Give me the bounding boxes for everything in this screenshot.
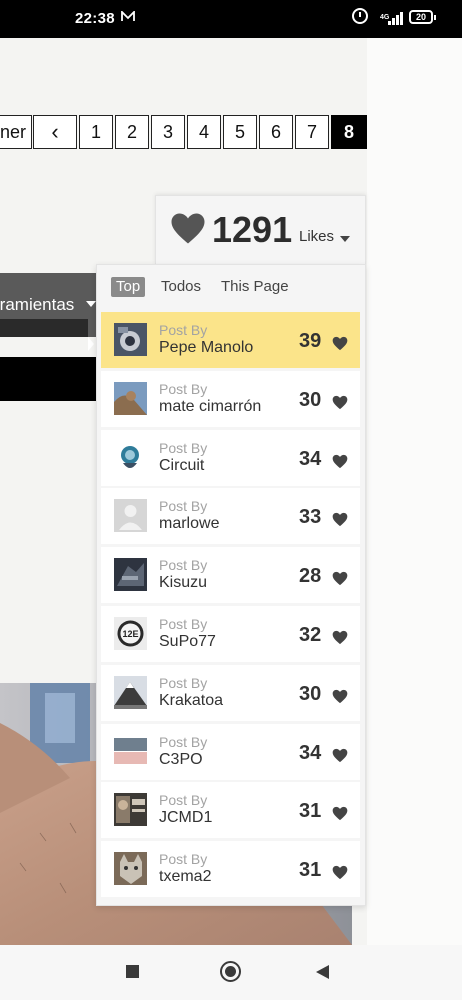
liker-row-circuit[interactable]: Post By Circuit 34 bbox=[101, 429, 360, 486]
user-name-link[interactable]: SuPo77 bbox=[159, 633, 216, 651]
user-avatar[interactable] bbox=[114, 793, 147, 827]
submenu-bar bbox=[0, 319, 88, 337]
user-name-link[interactable]: Circuit bbox=[159, 457, 204, 475]
liker-row-jcmd1[interactable]: Post By JCMD1 31 bbox=[101, 782, 360, 839]
page-link-2[interactable]: 2 bbox=[115, 115, 149, 149]
post-by-label: Post By bbox=[159, 439, 208, 456]
tab-top[interactable]: Top bbox=[111, 277, 146, 297]
heart-icon bbox=[332, 336, 348, 351]
heart-icon bbox=[332, 748, 348, 762]
home-button[interactable] bbox=[220, 961, 241, 982]
post-by-label: Post By bbox=[159, 674, 208, 691]
user-avatar[interactable] bbox=[114, 323, 147, 356]
signal-icon bbox=[388, 11, 404, 25]
android-nav-bar bbox=[0, 945, 462, 1000]
user-like-count: 33 bbox=[299, 506, 322, 529]
heart-icon bbox=[332, 689, 348, 703]
page-link-6[interactable]: 6 bbox=[259, 115, 293, 149]
page-link-3[interactable]: 3 bbox=[151, 115, 185, 149]
user-like-count: 28 bbox=[299, 565, 322, 588]
user-like-count: 32 bbox=[299, 624, 322, 646]
user-name-link[interactable]: mate cimarrón bbox=[159, 398, 261, 416]
user-name-link[interactable]: C3PO bbox=[159, 751, 203, 769]
user-name-link[interactable]: Pepe Manolo bbox=[159, 339, 253, 357]
page-link-4[interactable]: 4 bbox=[187, 115, 221, 149]
liker-row-krakatoa[interactable]: Post By Krakatoa 30 bbox=[101, 664, 360, 721]
liker-row-c3po[interactable]: Post By C3PO 34 bbox=[101, 723, 360, 780]
post-by-label: Post By bbox=[159, 498, 208, 515]
liker-row-txema2[interactable]: Post By txema2 31 bbox=[101, 841, 360, 898]
status-bar: 22:38 4G 20 bbox=[0, 0, 462, 38]
heart-icon bbox=[332, 630, 348, 645]
user-name-link[interactable]: txema2 bbox=[159, 868, 211, 886]
page-link-8-current[interactable]: 8 bbox=[331, 115, 367, 149]
likes-total: 1291 bbox=[212, 209, 293, 250]
chevron-down-icon bbox=[86, 301, 96, 307]
post-by-label: Post By bbox=[159, 616, 208, 632]
avatar-text: 12E bbox=[122, 629, 138, 639]
recents-button[interactable] bbox=[126, 965, 139, 978]
user-like-count: 31 bbox=[299, 859, 322, 882]
post-by-label: Post By bbox=[159, 792, 208, 809]
heart-icon bbox=[332, 866, 348, 880]
user-like-count: 31 bbox=[299, 800, 322, 823]
page-link-1[interactable]: 1 bbox=[79, 115, 113, 149]
user-avatar[interactable] bbox=[114, 499, 147, 533]
tab-todos[interactable]: Todos bbox=[156, 277, 206, 297]
heart-icon bbox=[332, 572, 348, 586]
heart-icon bbox=[332, 454, 348, 468]
dark-menu-block bbox=[0, 357, 96, 401]
post-by-label: Post By bbox=[159, 557, 208, 574]
menu-label: rramientas bbox=[0, 295, 75, 314]
likes-dropdown-toggle[interactable]: 1291 Likes bbox=[155, 195, 366, 265]
liker-row-supo77[interactable]: 12E Post By SuPo77 32 bbox=[101, 606, 360, 662]
liker-row-marlowe[interactable]: Post By marlowe 33 bbox=[101, 488, 360, 545]
heart-icon bbox=[171, 213, 205, 244]
submenu-pointer-icon bbox=[88, 337, 94, 351]
user-name-link[interactable]: JCMD1 bbox=[159, 809, 212, 827]
heart-icon bbox=[332, 513, 348, 527]
tab-this-page[interactable]: This Page bbox=[216, 277, 294, 297]
user-avatar[interactable] bbox=[114, 440, 147, 474]
user-name-link[interactable]: Kisuzu bbox=[159, 574, 207, 592]
caret-down-icon bbox=[340, 236, 350, 242]
clock: 22:38 bbox=[75, 10, 115, 27]
mail-notification-icon bbox=[121, 9, 135, 25]
post-by-label: Post By bbox=[159, 851, 208, 868]
user-like-count: 34 bbox=[299, 447, 322, 470]
liker-row-pepe-manolo[interactable]: Post By Pepe Manolo 39 bbox=[101, 312, 360, 368]
page-margin bbox=[367, 38, 462, 948]
heart-icon bbox=[332, 395, 348, 409]
user-name-link[interactable]: Krakatoa bbox=[159, 692, 223, 710]
user-name-link[interactable]: marlowe bbox=[159, 515, 219, 533]
post-by-label: Post By bbox=[159, 322, 208, 338]
heart-icon bbox=[332, 807, 348, 821]
user-avatar[interactable] bbox=[114, 734, 147, 768]
back-button[interactable] bbox=[316, 965, 329, 979]
user-like-count: 34 bbox=[299, 741, 322, 764]
page-link-7[interactable]: 7 bbox=[295, 115, 329, 149]
user-like-count: 30 bbox=[299, 682, 322, 705]
liker-row-kisuzu[interactable]: Post By Kisuzu 28 bbox=[101, 547, 360, 604]
page-link-5[interactable]: 5 bbox=[223, 115, 257, 149]
alarm-icon bbox=[352, 8, 368, 24]
user-like-count: 30 bbox=[299, 388, 322, 411]
post-by-label: Post By bbox=[159, 733, 208, 750]
liker-row-mate-cimarron[interactable]: Post By mate cimarrón 30 bbox=[101, 370, 360, 427]
page-prev-button[interactable]: ‹ bbox=[33, 115, 77, 149]
user-avatar[interactable]: 12E bbox=[114, 617, 147, 650]
likes-label: Likes bbox=[299, 228, 335, 245]
user-avatar[interactable] bbox=[114, 852, 147, 886]
user-like-count: 39 bbox=[299, 330, 322, 352]
user-avatar[interactable] bbox=[114, 381, 147, 415]
post-by-label: Post By bbox=[159, 380, 208, 397]
user-avatar[interactable] bbox=[114, 558, 147, 592]
user-avatar[interactable] bbox=[114, 675, 147, 709]
battery-icon: 20 bbox=[409, 10, 436, 24]
page-link-first[interactable]: ner bbox=[0, 115, 32, 149]
